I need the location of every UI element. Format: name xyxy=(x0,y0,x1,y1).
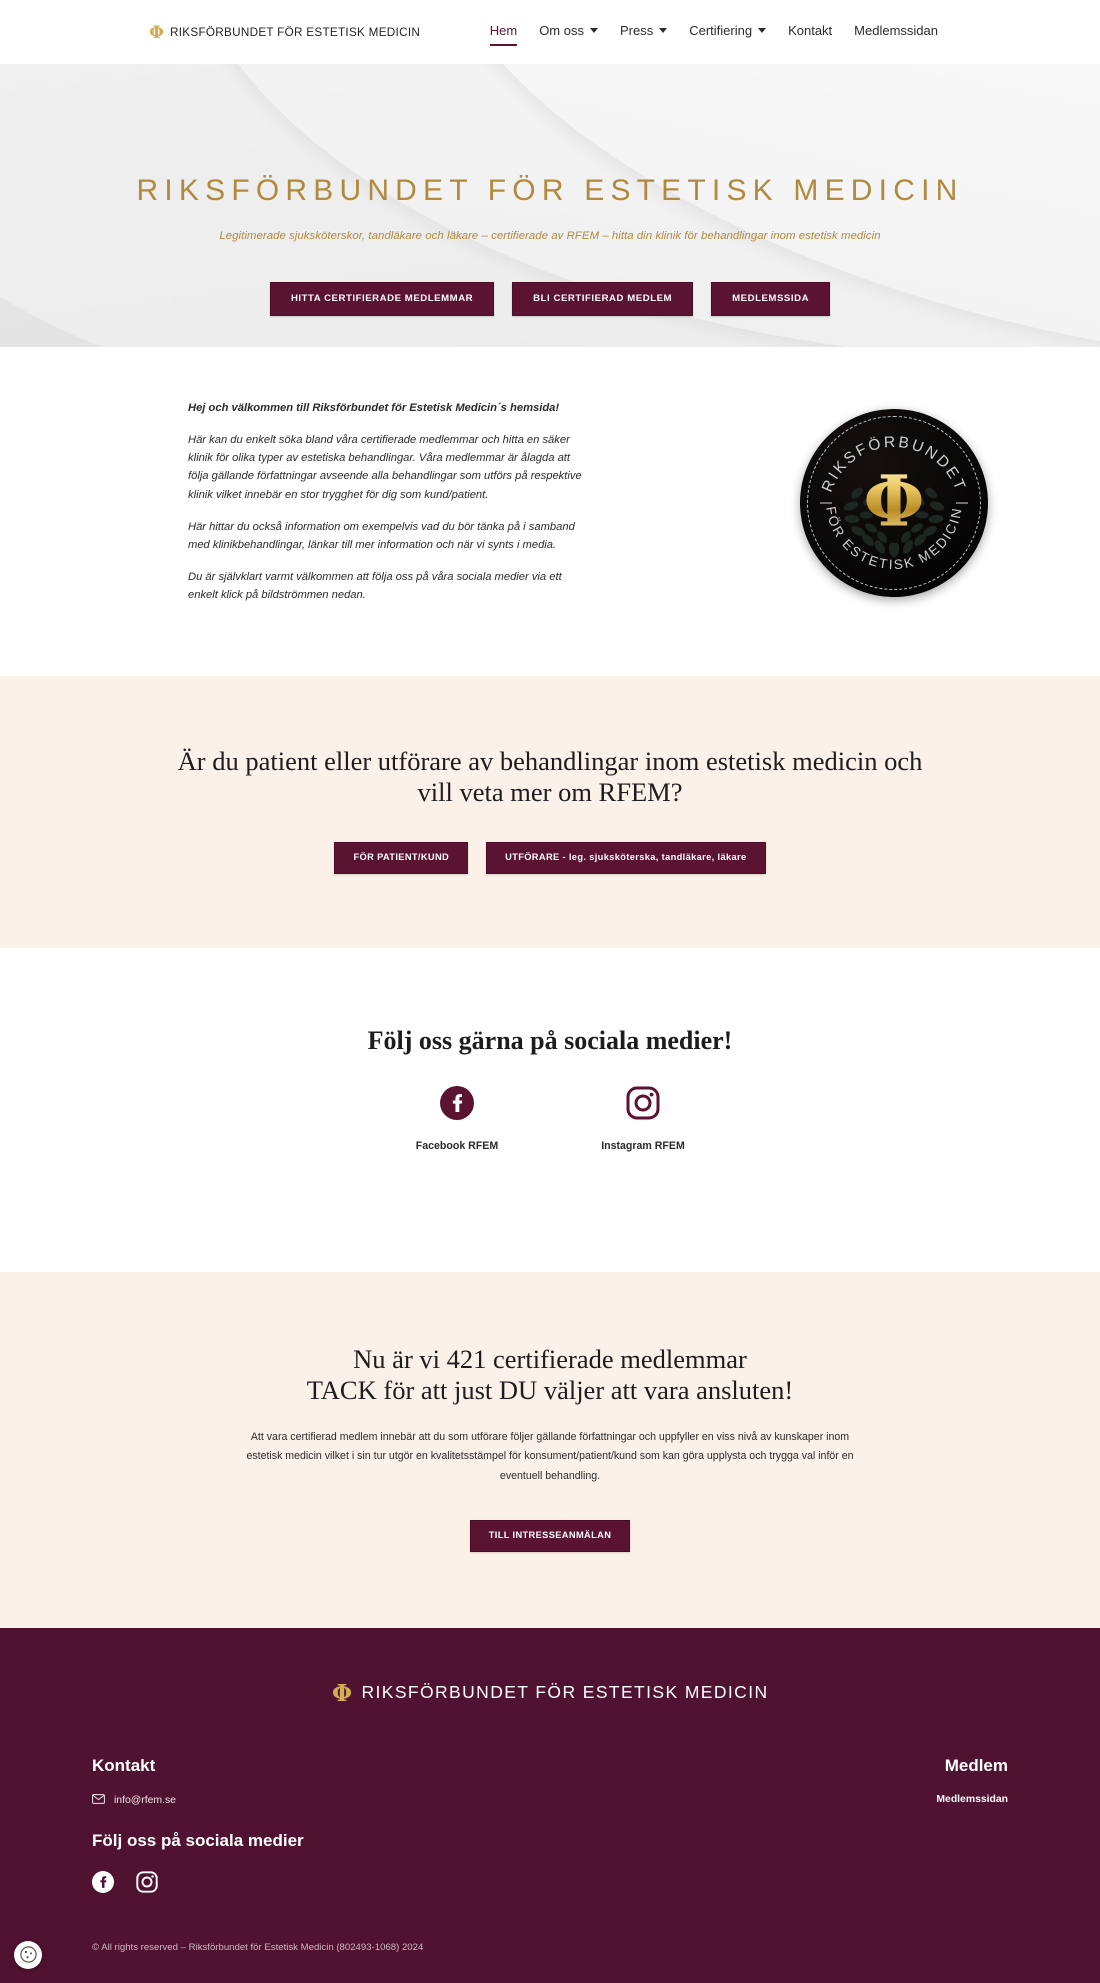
utforare-button[interactable]: UTFÖRARE - leg. sjuksköterska, tandläkar… xyxy=(486,842,766,874)
social-links: Facebook RFEM Instagram RFEM xyxy=(0,1082,1100,1152)
rfem-medal-logo: RIKSFÖRBUNDET FÖR ESTETISK MEDICIN xyxy=(800,409,988,597)
nav-label: Certifiering xyxy=(689,23,753,38)
footer-email-text: info@rfem.se xyxy=(114,1794,176,1806)
main-navigation: Hem Om oss Press Certifiering Kontakt Me… xyxy=(489,23,938,46)
nav-label: Om oss xyxy=(539,23,584,38)
intro-section: Hej och välkommen till Riksförbundet för… xyxy=(0,347,1100,677)
phi-medal-icon: Φ xyxy=(148,22,165,42)
footer-columns: Kontakt info@rfem.se Följ oss på sociala… xyxy=(50,1756,1050,1898)
intro-paragraph-2: Här hittar du också information om exemp… xyxy=(188,520,575,551)
chevron-down-icon xyxy=(589,27,598,33)
nav-item-certifiering[interactable]: Certifiering xyxy=(689,23,767,41)
phi-medal-icon: Φ xyxy=(331,1680,353,1706)
nav-label: Press xyxy=(619,23,654,38)
cta-section: Är du patient eller utförare av behandli… xyxy=(0,676,1100,948)
nav-label: Kontakt xyxy=(788,23,833,38)
nav-label: Hem xyxy=(489,23,518,38)
instagram-icon[interactable] xyxy=(136,1870,158,1898)
social-section: Följ oss gärna på sociala medier! Facebo… xyxy=(0,947,1100,1272)
footer-brand-text: RIKSFÖRBUNDET FÖR ESTETISK MEDICIN xyxy=(361,1682,769,1703)
members-heading-line-1: Nu är vi 421 certifierade medlemmar xyxy=(353,1343,747,1374)
intro-lead: Hej och välkommen till Riksförbundet för… xyxy=(188,402,560,414)
footer-email-row[interactable]: info@rfem.se xyxy=(92,1793,512,1807)
hero-banner: RIKSFÖRBUNDET FÖR ESTETISK MEDICIN Legit… xyxy=(0,64,1100,347)
bli-certifierad-medlem-button[interactable]: BLI CERTIFIERAD MEDLEM xyxy=(512,282,694,316)
site-footer: Φ RIKSFÖRBUNDET FÖR ESTETISK MEDICIN Kon… xyxy=(0,1627,1100,1983)
cta-heading-line-1: Är du patient eller utförare av behandli… xyxy=(177,746,923,777)
svg-text:Φ: Φ xyxy=(149,23,164,42)
members-section: Nu är vi 421 certifierade medlemmar TACK… xyxy=(0,1271,1100,1628)
footer-contact-heading: Kontakt xyxy=(92,1755,156,1775)
nav-item-kontakt[interactable]: Kontakt xyxy=(788,23,832,41)
instagram-icon xyxy=(588,1082,698,1124)
hero-button-group: HITTA CERTIFIERADE MEDLEMMAR BLI CERTIFI… xyxy=(0,282,1100,316)
social-label-instagram: Instagram RFEM xyxy=(601,1139,685,1152)
footer-member-heading: Medlem xyxy=(944,1755,1008,1775)
members-heading-line-2: TACK för att just DU väljer att vara ans… xyxy=(306,1374,794,1405)
members-button-wrap: TILL INTRESSEANMÄLAN xyxy=(0,1520,1100,1552)
facebook-icon[interactable] xyxy=(92,1870,114,1898)
intro-text-block: Hej och välkommen till Riksförbundet för… xyxy=(188,399,588,618)
till-intresseanmalan-button[interactable]: TILL INTRESSEANMÄLAN xyxy=(469,1520,631,1552)
footer-brand[interactable]: Φ RIKSFÖRBUNDET FÖR ESTETISK MEDICIN xyxy=(0,1680,1100,1756)
cta-button-group: FÖR PATIENT/KUND UTFÖRARE - leg. sjukskö… xyxy=(0,842,1100,874)
chevron-down-icon xyxy=(758,27,767,33)
social-link-instagram[interactable]: Instagram RFEM xyxy=(588,1082,698,1152)
social-heading: Följ oss gärna på sociala medier! xyxy=(367,1025,733,1055)
facebook-icon xyxy=(402,1082,512,1124)
cta-heading: Är du patient eller utförare av behandli… xyxy=(0,746,1100,808)
footer-copyright: © All rights reserved – Riksförbundet fö… xyxy=(92,1941,424,1953)
for-patient-kund-button[interactable]: FÖR PATIENT/KUND xyxy=(334,842,469,874)
medal-phi-symbol: Φ xyxy=(800,466,988,537)
social-label-facebook: Facebook RFEM xyxy=(415,1139,499,1152)
members-heading: Nu är vi 421 certifierade medlemmar TACK… xyxy=(0,1344,1100,1406)
chevron-down-icon xyxy=(659,27,668,33)
footer-contact-column: Kontakt info@rfem.se Följ oss på sociala… xyxy=(92,1756,512,1898)
members-body-text: Att vara certifierad medlem innebär att … xyxy=(246,1430,854,1482)
intro-logo-column: RIKSFÖRBUNDET FÖR ESTETISK MEDICIN xyxy=(800,399,988,597)
intro-paragraph-3: Du är självklart varmt välkommen att föl… xyxy=(188,570,562,602)
footer-social-links xyxy=(92,1870,512,1898)
hero-subtitle: Legitimerade sjuksköterskor, tandläkare … xyxy=(219,230,881,242)
brand-text: RIKSFÖRBUNDET FÖR ESTETISK MEDICIN xyxy=(170,25,421,39)
svg-text:Φ: Φ xyxy=(332,1680,352,1706)
nav-label: Medlemssidan xyxy=(854,23,938,38)
envelope-icon xyxy=(92,1793,105,1807)
nav-item-om-oss[interactable]: Om oss xyxy=(539,23,598,41)
footer-member-column: Medlem Medlemssidan xyxy=(778,1756,1008,1898)
brand-logo[interactable]: Φ RIKSFÖRBUNDET FÖR ESTETISK MEDICIN xyxy=(148,22,431,42)
medlemssida-button[interactable]: MEDLEMSSIDA xyxy=(711,282,831,316)
footer-social-heading: Följ oss på sociala medier xyxy=(92,1830,304,1850)
footer-link-medlemssidan[interactable]: Medlemssidan xyxy=(778,1794,1008,1805)
site-header: Φ RIKSFÖRBUNDET FÖR ESTETISK MEDICIN Hem… xyxy=(0,0,1100,64)
intro-paragraph-1: Här kan du enkelt söka bland våra certif… xyxy=(188,434,582,501)
cta-heading-line-2: vill veta mer om RFEM? xyxy=(417,777,683,808)
nav-item-press[interactable]: Press xyxy=(619,23,668,41)
nav-item-hem[interactable]: Hem xyxy=(489,23,518,46)
hero-title: RIKSFÖRBUNDET FÖR ESTETISK MEDICIN xyxy=(136,174,964,207)
hitta-certifierade-medlemmar-button[interactable]: HITTA CERTIFIERADE MEDLEMMAR xyxy=(269,282,495,316)
nav-item-medlemssidan[interactable]: Medlemssidan xyxy=(854,23,938,41)
social-link-facebook[interactable]: Facebook RFEM xyxy=(402,1082,512,1152)
cookie-icon[interactable] xyxy=(14,1940,42,1969)
